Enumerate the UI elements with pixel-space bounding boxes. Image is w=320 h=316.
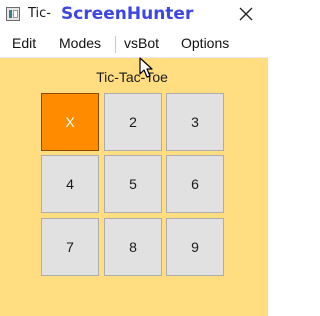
- title-bar: Tic- ScreenHunter: [0, 0, 268, 30]
- window-title: Tic-: [28, 6, 51, 21]
- menu-options[interactable]: Options: [181, 35, 229, 51]
- cell-9[interactable]: 9: [166, 218, 224, 276]
- menu-separator: [115, 36, 116, 53]
- cell-1[interactable]: X: [41, 93, 99, 151]
- game-area: Tic-Tac-Toe X 2 3 4 5 6 7 8 9: [0, 58, 268, 316]
- game-title: Tic-Tac-Toe: [96, 69, 168, 85]
- menu-edit[interactable]: Edit: [12, 35, 36, 51]
- cell-2[interactable]: 2: [104, 93, 162, 151]
- cell-3[interactable]: 3: [166, 93, 224, 151]
- cell-5[interactable]: 5: [104, 155, 162, 213]
- cell-7[interactable]: 7: [41, 218, 99, 276]
- cell-4[interactable]: 4: [41, 155, 99, 213]
- menu-vsbot[interactable]: vsBot: [124, 35, 159, 51]
- screenhunter-watermark: ScreenHunter: [57, 2, 198, 26]
- mouse-cursor-icon: [139, 57, 153, 78]
- menu-modes[interactable]: Modes: [59, 35, 101, 51]
- app-icon: [6, 7, 20, 21]
- menu-bar: Edit Modes vsBot Options: [0, 30, 268, 58]
- close-button[interactable]: [228, 0, 264, 28]
- cell-6[interactable]: 6: [166, 155, 224, 213]
- close-icon: [239, 7, 253, 21]
- cell-8[interactable]: 8: [104, 218, 162, 276]
